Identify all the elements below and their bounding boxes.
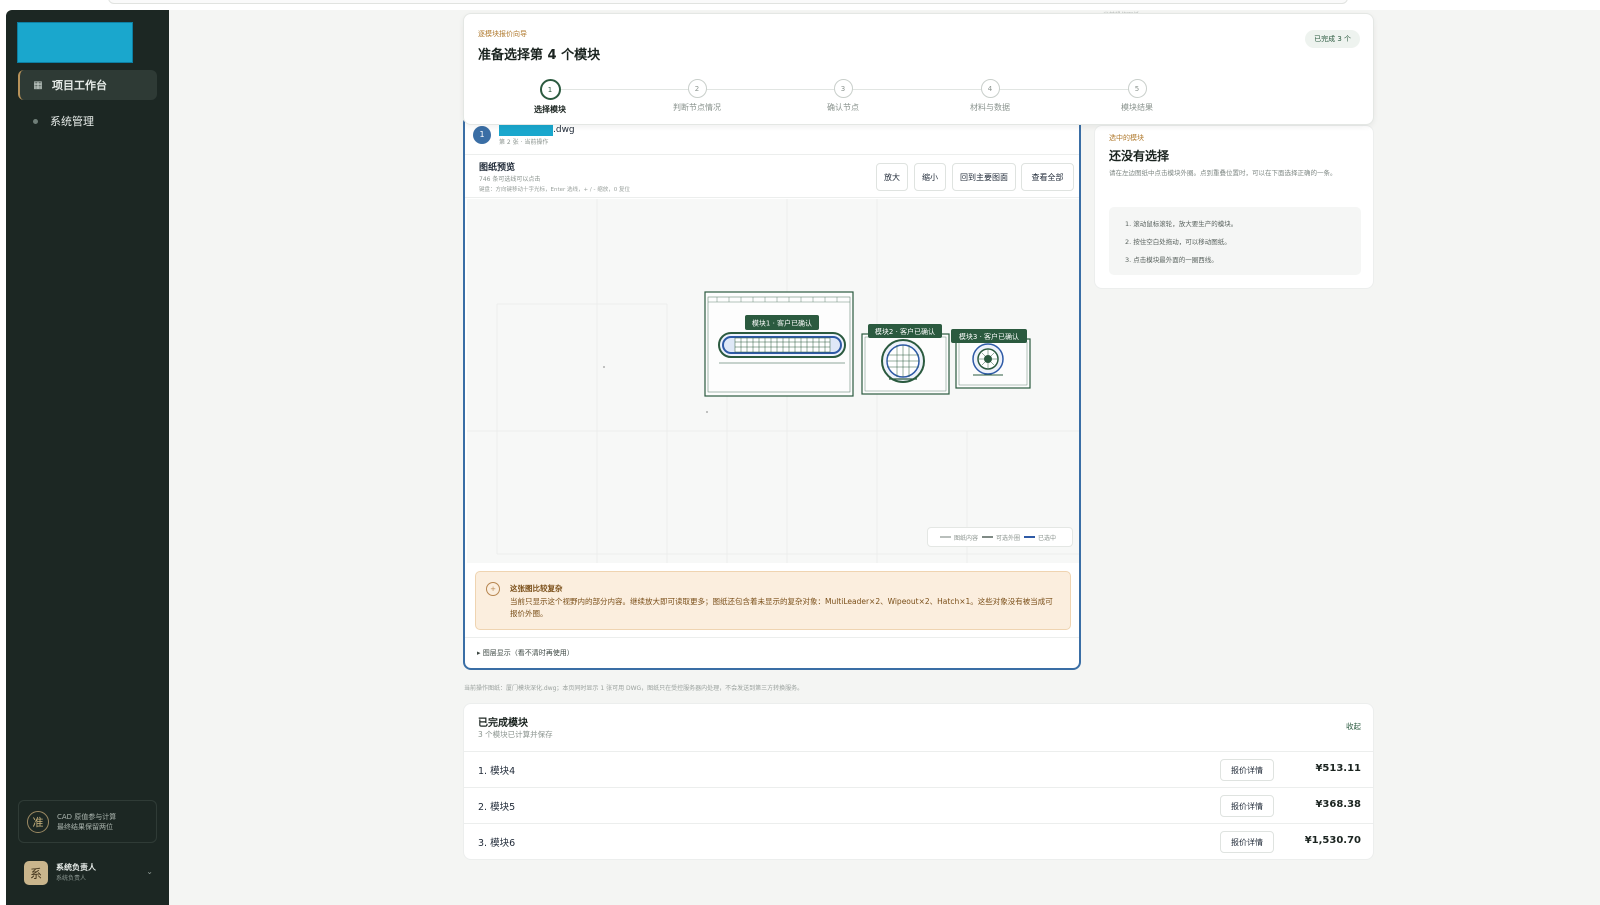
- help-line-2: 最终结果保留两位: [57, 822, 113, 831]
- sidebar-item-label: 项目工作台: [52, 79, 107, 92]
- quote-detail-button[interactable]: 报价详情: [1220, 795, 1274, 817]
- module-name: 2. 模块5: [478, 802, 516, 813]
- view-all-button[interactable]: 查看全部: [1021, 163, 1074, 191]
- step-label: 判断节点情况: [673, 103, 721, 112]
- step-module-result[interactable]: 5 模块结果: [1097, 79, 1177, 113]
- complexity-warning: + 这张图比较复杂 当前只显示这个视野内的部分内容。继续放大即可读取更多；图纸还…: [475, 571, 1071, 630]
- step-label: 模块结果: [1121, 103, 1153, 112]
- legend-content-swatch: [940, 536, 951, 538]
- warning-title: 这张图比较复杂: [510, 584, 563, 593]
- step-number: 3: [833, 79, 853, 98]
- module-1-label: 模块1 · 客户已确认: [752, 319, 812, 328]
- completed-subtitle: 3 个模块已计算并保存: [478, 730, 553, 739]
- help-avatar: 准: [27, 810, 49, 833]
- panel-kicker: 选中的模块: [1109, 134, 1144, 142]
- module-name: 3. 模块6: [478, 838, 516, 849]
- sidebar-item-system[interactable]: 系统管理: [18, 106, 157, 136]
- step-confirm-nodes[interactable]: 3 确认节点: [803, 79, 883, 113]
- tip-item: 3. 点击模块最外面的一圈西线。: [1125, 256, 1218, 264]
- wizard-kicker: 逐模块报价向导: [478, 30, 527, 38]
- module-price: ¥513.11: [1315, 763, 1361, 774]
- zoom-in-button[interactable]: 放大: [876, 163, 908, 191]
- module-1-shape[interactable]: 模块1 · 客户已确认: [704, 291, 854, 397]
- file-index-badge: 1: [473, 125, 491, 144]
- module-3-label: 模块3 · 客户已确认: [959, 332, 1019, 341]
- tip-item: 2. 按住空白处拖动，可以移动图纸。: [1125, 238, 1231, 246]
- selected-module-panel: 选中的模块 还没有选择 请在左边图纸中点击模块外圈。点到重叠位置时，可以在下面选…: [1094, 125, 1374, 289]
- status-badge: 已完成 3 个: [1305, 30, 1360, 48]
- legend-selectable-label: 可选外圈: [996, 534, 1021, 542]
- legend-content-label: 图纸内容: [954, 534, 979, 542]
- panel-tips: 1. 滚动鼠标滚轮，放大要生产的模块。 2. 按住空白处拖动，可以移动图纸。 3…: [1109, 207, 1361, 275]
- collapse-button[interactable]: 收起: [1346, 721, 1361, 732]
- preview-header: 图纸预览 746 条可选线可以点击 键盘：方向键移动十字光标，Enter 选线，…: [465, 154, 1079, 198]
- file-subtitle: 第 2 张 · 当前操作: [499, 139, 549, 146]
- user-name: 系统负责人: [56, 863, 96, 872]
- quote-detail-button[interactable]: 报价详情: [1220, 759, 1274, 781]
- step-select-module[interactable]: 1 选择模块: [510, 79, 590, 115]
- panel-title: 还没有选择: [1109, 149, 1170, 163]
- help-line-1: CAD 原值参与计算: [57, 812, 117, 821]
- completed-title: 已完成模块: [478, 718, 528, 729]
- help-card: 准 CAD 原值参与计算 最终结果保留两位: [18, 800, 157, 843]
- module-2-shape[interactable]: 模块2 · 客户已确认: [861, 324, 950, 395]
- sidebar: ▦ 项目工作台 系统管理 准 CAD 原值参与计算 最终结果保留两位 系 系统负…: [6, 10, 169, 905]
- warning-body: 当前只显示这个视野内的部分内容。继续放大即可读取更多；图纸还包含着未显示的复杂对…: [510, 597, 1053, 618]
- completed-modules-card: 已完成模块 3 个模块已计算并保存 收起 1. 模块4 报价详情 ¥513.11…: [463, 703, 1374, 860]
- drawing-canvas[interactable]: 模块1 · 客户已确认 模块2 · 客户已确认 模块3 · 客户已确认 图纸内容…: [467, 199, 1079, 563]
- logo: [17, 22, 133, 63]
- module-2-label: 模块2 · 客户已确认: [875, 327, 935, 336]
- legend-selectable-swatch: [982, 536, 994, 538]
- dot-icon: [33, 118, 38, 124]
- tip-item: 1. 滚动鼠标滚轮，放大要生产的模块。: [1125, 220, 1238, 228]
- info-icon: +: [486, 582, 500, 596]
- file-extension: .dwg: [553, 124, 575, 135]
- top-bar: [0, 0, 1600, 10]
- sidebar-item-workbench[interactable]: ▦ 项目工作台: [18, 70, 157, 100]
- panel-description: 请在左边图纸中点击模块外圈。点到重叠位置时，可以在下面选择正确的一条。: [1109, 169, 1337, 177]
- page-title: 准备选择第 4 个模块: [478, 48, 601, 63]
- step-number: 4: [980, 79, 1000, 98]
- chevron-down-icon[interactable]: ⌄: [146, 867, 153, 876]
- zoom-out-button[interactable]: 缩小: [914, 163, 946, 191]
- module-price: ¥368.38: [1315, 799, 1361, 810]
- layer-display-toggle[interactable]: ▸ 图层显示（看不清时再使用）: [465, 637, 1079, 668]
- step-materials[interactable]: 4 材料与数据: [950, 79, 1030, 113]
- preview-title: 图纸预览: [479, 163, 516, 173]
- step-number: 1: [539, 79, 561, 100]
- drawing-legend: 图纸内容 可选外圈 已选中: [927, 527, 1073, 547]
- module-3-shape[interactable]: 模块3 · 客户已确认: [951, 329, 1031, 389]
- user-menu[interactable]: 系 系统负责人 系统负责人 ⌄: [18, 858, 157, 888]
- avatar: 系: [24, 861, 48, 885]
- file-header: 1 .dwg 第 2 张 · 当前操作: [473, 123, 575, 146]
- drawing-card: 1 .dwg 第 2 张 · 当前操作 图纸预览 746 条可选线可以点击 键盘…: [463, 115, 1081, 670]
- legend-selected-label: 已选中: [1038, 534, 1057, 542]
- user-role: 系统负责人: [56, 875, 87, 882]
- drawing-footnote: 当前操作图纸：厦门模块深化.dwg；本页同时显示 1 张可用 DWG，图纸只在受…: [464, 685, 804, 692]
- step-judge-nodes[interactable]: 2 判断节点情况: [657, 79, 737, 113]
- quote-wizard: 逐模块报价向导 准备选择第 4 个模块 已完成 3 个 1 选择模块 2 判断节…: [463, 13, 1374, 125]
- step-label: 材料与数据: [970, 103, 1010, 112]
- sidebar-item-label: 系统管理: [50, 115, 94, 128]
- drawing-svg[interactable]: 模块1 · 客户已确认 模块2 · 客户已确认 模块3 · 客户已确认: [467, 199, 1079, 563]
- legend-selected-swatch: [1024, 536, 1036, 538]
- step-number: 5: [1127, 79, 1147, 98]
- main-view-button[interactable]: 回到主要图面: [952, 163, 1016, 191]
- keyboard-hint: 键盘：方向键移动十字光标，Enter 选线，+ / - 缩放，0 复位: [479, 187, 630, 193]
- module-price: ¥1,530.70: [1304, 835, 1361, 846]
- table-row: 1. 模块4 报价详情 ¥513.11: [464, 751, 1373, 787]
- step-number: 2: [687, 79, 707, 98]
- grid-icon: ▦: [33, 79, 43, 91]
- step-label: 选择模块: [534, 105, 566, 114]
- quote-detail-button[interactable]: 报价详情: [1220, 831, 1274, 853]
- top-search-bar[interactable]: [108, 0, 1348, 4]
- table-row: 3. 模块6 报价详情 ¥1,530.70: [464, 823, 1373, 859]
- module-name: 1. 模块4: [478, 766, 516, 777]
- preview-subtitle: 746 条可选线可以点击: [479, 176, 541, 183]
- table-row: 2. 模块5 报价详情 ¥368.38: [464, 787, 1373, 823]
- step-label: 确认节点: [827, 103, 859, 112]
